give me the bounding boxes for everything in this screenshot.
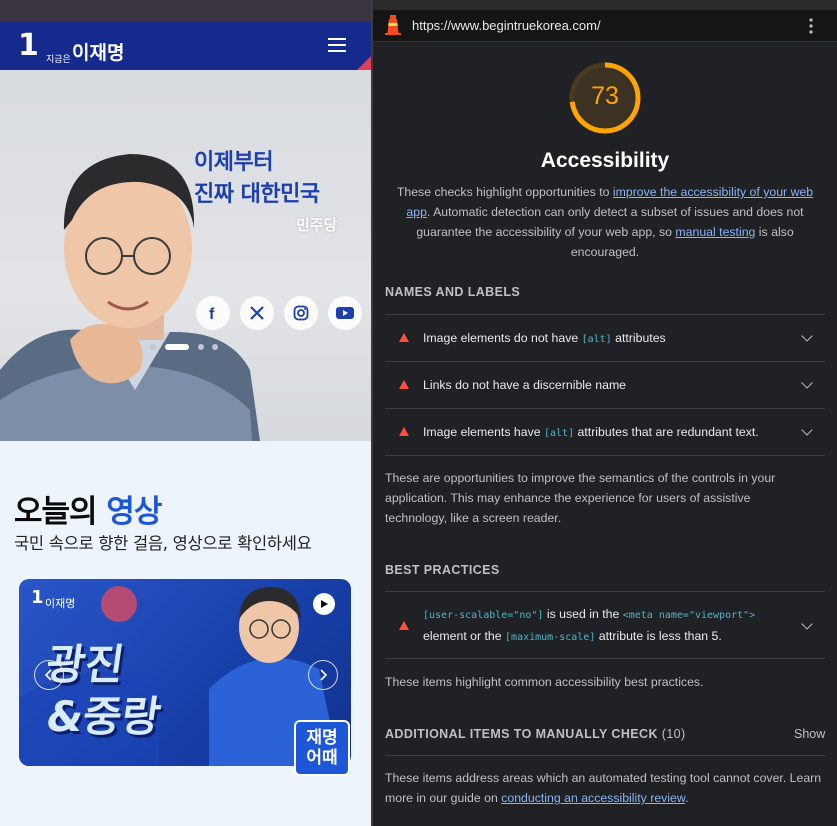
- report-url[interactable]: https://www.begintruekorea.com/: [412, 18, 601, 33]
- accessibility-score: 73: [591, 82, 619, 110]
- accessibility-review-link[interactable]: conducting an accessibility review: [501, 791, 685, 805]
- hamburger-menu-icon[interactable]: [328, 38, 346, 52]
- chevron-down-icon[interactable]: [801, 330, 813, 342]
- devtools-top-strip: [373, 0, 837, 10]
- hero-headline-line1: 이제부터: [194, 150, 273, 175]
- carousel-dot[interactable]: [150, 344, 156, 350]
- fail-triangle-icon: [399, 621, 409, 630]
- x-icon[interactable]: [240, 296, 274, 330]
- carousel-prev-icon[interactable]: [34, 660, 64, 690]
- fail-triangle-icon: [399, 333, 409, 342]
- group-description: These items address areas which an autom…: [385, 771, 822, 805]
- video-logo-name: 이재명: [45, 597, 76, 610]
- chevron-down-icon[interactable]: [801, 424, 813, 436]
- candidate-portrait: [0, 154, 260, 441]
- logo-name[interactable]: 이재명: [72, 38, 124, 65]
- video-badge: 재명 어때: [294, 720, 350, 776]
- hero-headline-line2: 진짜 대한민국: [194, 182, 320, 207]
- desc-text: These checks highlight opportunities to: [396, 185, 613, 199]
- carousel-dot-active[interactable]: [165, 344, 189, 350]
- carousel-next-icon[interactable]: [308, 660, 338, 690]
- section-title-text: 오늘의: [14, 494, 98, 530]
- carousel-dot[interactable]: [198, 344, 204, 350]
- group-title-names-labels: NAMES AND LABELS: [385, 285, 521, 299]
- logo-small-text: 지금은: [46, 54, 71, 64]
- chevron-down-icon[interactable]: [801, 377, 813, 389]
- divider: [385, 755, 825, 756]
- video-badge-line2: 어때: [306, 748, 338, 768]
- audit-link-name[interactable]: Links do not have a discernible name: [385, 362, 825, 408]
- group-description: These are opportunities to improve the s…: [385, 471, 776, 525]
- video-logo-number: 1: [31, 587, 44, 608]
- audit-title: Image elements have [alt] attributes tha…: [423, 425, 759, 439]
- audit-title: Links do not have a discernible name: [423, 378, 627, 392]
- show-manual-checks-button[interactable]: Show: [794, 727, 825, 741]
- party-logo: 민주당: [296, 216, 338, 234]
- logo-number[interactable]: 1: [18, 28, 39, 63]
- mobile-site-preview: 1 지금은 이재명 이제부터 진짜 대한민국 민주당 f 오늘의 영상 국민 속…: [0, 0, 371, 826]
- play-icon[interactable]: [313, 593, 335, 615]
- divider: [385, 658, 825, 659]
- audit-meta-viewport[interactable]: [user-scalable="no"] is used in the <met…: [385, 592, 825, 658]
- section-title: 오늘의 영상: [14, 486, 162, 531]
- divider: [385, 455, 825, 456]
- fail-triangle-icon: [399, 427, 409, 436]
- section-subtitle: 국민 속으로 향한 걸음, 영상으로 확인하세요: [14, 534, 312, 553]
- youtube-icon[interactable]: [328, 296, 362, 330]
- section-title-highlight: 영상: [106, 494, 162, 530]
- svg-text:f: f: [209, 306, 215, 321]
- group-description: These items highlight common accessibili…: [385, 675, 704, 689]
- site-top-strip: [0, 0, 371, 22]
- manual-testing-link[interactable]: manual testing: [675, 225, 755, 239]
- lighthouse-report: https://www.begintruekorea.com/ 73 Acces…: [373, 0, 837, 826]
- more-options-icon[interactable]: [809, 18, 813, 34]
- header-corner-accent: [357, 56, 371, 70]
- video-badge-line1: 재명: [306, 728, 338, 748]
- facebook-icon[interactable]: f: [196, 296, 230, 330]
- chevron-down-icon[interactable]: [801, 618, 813, 630]
- category-description: These checks highlight opportunities to …: [395, 182, 815, 262]
- audit-image-redundant-alt[interactable]: Image elements have [alt] attributes tha…: [385, 409, 825, 455]
- instagram-icon[interactable]: [284, 296, 318, 330]
- audit-title: Image elements do not have [alt] attribu…: [423, 331, 666, 345]
- lighthouse-icon: [385, 15, 401, 35]
- report-url-bar: https://www.begintruekorea.com/: [373, 10, 837, 42]
- carousel-dot[interactable]: [212, 344, 218, 350]
- site-header: 1 지금은 이재명: [0, 22, 371, 70]
- category-title: Accessibility: [540, 149, 670, 172]
- audit-title: [user-scalable="no"] is used in the <met…: [423, 607, 756, 643]
- group-title-manual-checks[interactable]: ADDITIONAL ITEMS TO MANUALLY CHECK (10): [385, 727, 686, 741]
- fail-triangle-icon: [399, 380, 409, 389]
- video-title-line2: &중랑: [43, 692, 164, 741]
- audit-image-alt[interactable]: Image elements do not have [alt] attribu…: [385, 315, 825, 361]
- group-title-best-practices: BEST PRACTICES: [385, 563, 500, 577]
